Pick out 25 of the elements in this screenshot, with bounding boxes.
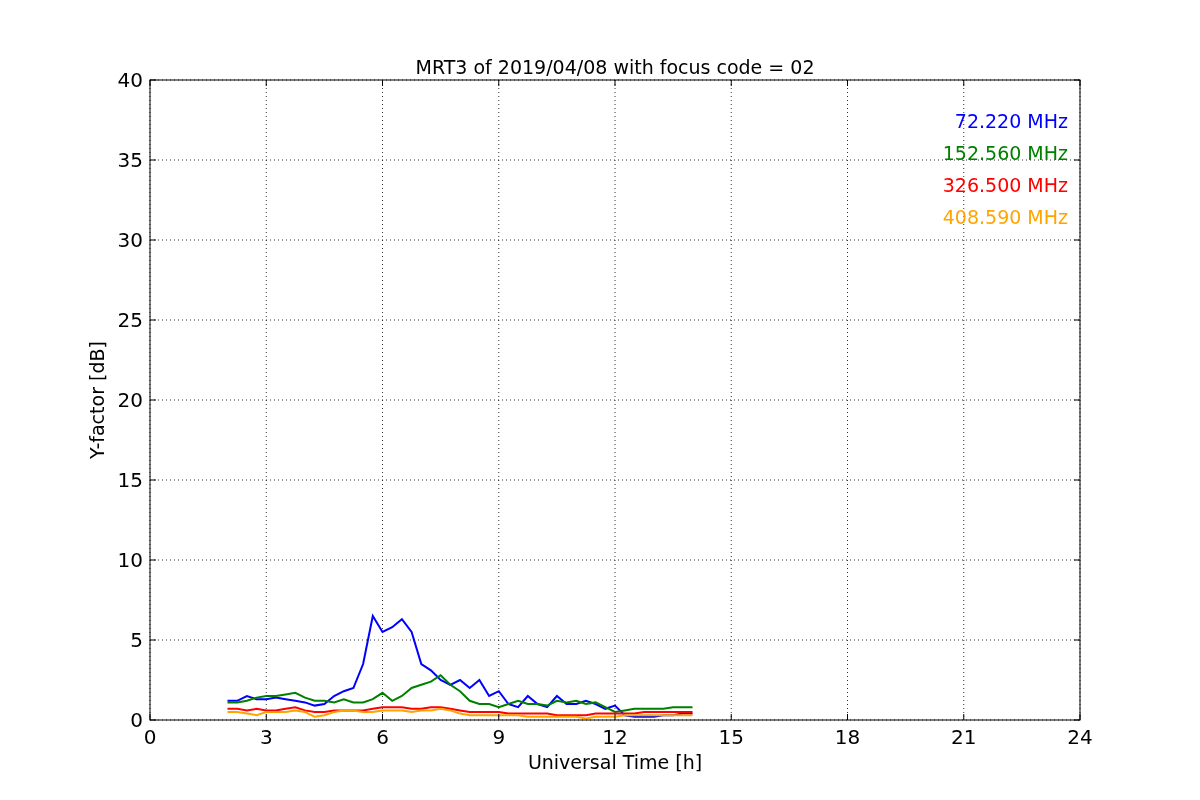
x-tick-label: 3 bbox=[259, 725, 273, 749]
y-tick-label: 40 bbox=[117, 68, 143, 92]
chart-title: MRT3 of 2019/04/08 with focus code = 02 bbox=[415, 56, 815, 78]
legend-label: 72.220 MHz bbox=[954, 110, 1068, 132]
x-tick-label: 21 bbox=[951, 725, 977, 749]
y-tick-label: 0 bbox=[130, 708, 143, 732]
y-tick-label: 20 bbox=[117, 388, 143, 412]
x-axis-label: Universal Time [h] bbox=[527, 751, 703, 773]
y-tick-label: 25 bbox=[117, 308, 143, 332]
y-axis-label: Y-factor [dB] bbox=[86, 341, 108, 459]
x-tick-label: 12 bbox=[602, 725, 628, 749]
x-tick-label: 15 bbox=[718, 725, 744, 749]
x-tick-label: 6 bbox=[376, 725, 389, 749]
y-tick-label: 15 bbox=[117, 468, 143, 492]
x-tick-label: 9 bbox=[492, 725, 506, 749]
legend-label: 152.560 MHz bbox=[942, 142, 1068, 164]
y-tick-label: 30 bbox=[117, 228, 143, 252]
y-tick-label: 35 bbox=[117, 148, 143, 172]
x-tick-label: 24 bbox=[1067, 725, 1093, 749]
legend-label: 326.500 MHz bbox=[942, 174, 1068, 196]
y-tick-label: 5 bbox=[130, 628, 143, 652]
y-tick-label: 10 bbox=[117, 548, 143, 572]
x-tick-label: 18 bbox=[834, 725, 861, 749]
x-tick-label: 0 bbox=[143, 725, 157, 749]
legend-label: 408.590 MHz bbox=[942, 206, 1068, 228]
